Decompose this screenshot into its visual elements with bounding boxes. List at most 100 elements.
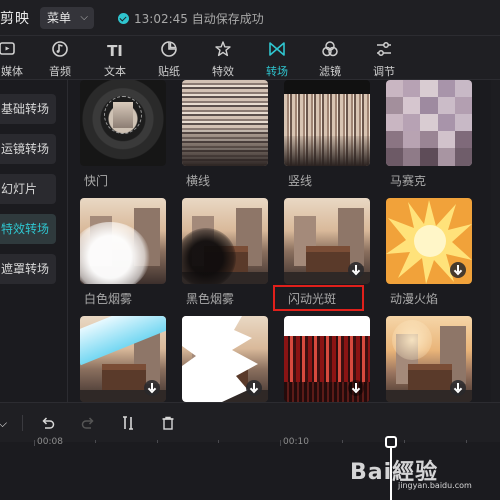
download-icon[interactable] bbox=[144, 380, 160, 396]
tab-label: 调节 bbox=[373, 65, 395, 78]
ruler-tick bbox=[280, 440, 281, 446]
tab-label: 转场 bbox=[266, 65, 288, 78]
effect-thumbnail bbox=[80, 316, 166, 402]
ruler-tick bbox=[34, 440, 35, 446]
effect-name: 横线 bbox=[186, 174, 211, 188]
playhead-handle[interactable] bbox=[385, 436, 397, 448]
effect-name: 黑色烟雾 bbox=[186, 292, 235, 306]
ruler-tick bbox=[466, 440, 467, 443]
download-icon[interactable] bbox=[450, 262, 466, 278]
tab-sticker[interactable]: 贴纸 bbox=[146, 36, 192, 80]
sidebar-item-mask[interactable]: 遮罩转场 bbox=[0, 254, 56, 284]
ruler-tick bbox=[218, 440, 219, 443]
download-icon[interactable] bbox=[348, 380, 364, 396]
effect-card[interactable] bbox=[80, 316, 166, 402]
transition-icon bbox=[254, 40, 300, 62]
tab-label: 贴纸 bbox=[158, 65, 180, 78]
check-circle-icon bbox=[118, 13, 129, 24]
tab-filter[interactable]: 滤镜 bbox=[307, 36, 353, 80]
save-time: 13:02:45 bbox=[134, 12, 188, 26]
toolbar-divider bbox=[22, 415, 23, 431]
ruler-tick bbox=[342, 440, 343, 443]
save-status: 13:02:45 自动保存成功 bbox=[118, 10, 264, 26]
effect-name: 马赛克 bbox=[390, 174, 427, 188]
download-icon[interactable] bbox=[450, 380, 466, 396]
undo-icon[interactable] bbox=[40, 415, 56, 431]
effect-thumbnail bbox=[386, 80, 472, 166]
ruler-tick bbox=[95, 440, 96, 443]
effect-card[interactable]: 横线 bbox=[182, 80, 268, 188]
sidebar-item-slideshow[interactable]: 幻灯片 bbox=[0, 174, 56, 204]
effects-icon bbox=[200, 40, 246, 62]
tab-label: 音频 bbox=[49, 65, 71, 78]
effect-thumbnail bbox=[182, 80, 268, 166]
effect-thumbnail bbox=[80, 80, 166, 166]
effect-card[interactable]: 黑色烟雾 bbox=[182, 198, 268, 306]
chevron-down-icon: ⌵ bbox=[80, 12, 88, 23]
effect-card[interactable]: 快门 bbox=[80, 80, 166, 188]
tab-label: 文本 bbox=[104, 65, 126, 78]
watermark-logo: Bai經验 jingyan.baidu.com bbox=[350, 454, 490, 494]
highlight-box bbox=[273, 285, 364, 311]
tab-media[interactable]: 媒体 bbox=[0, 36, 30, 80]
effect-card[interactable]: 马赛克 bbox=[386, 80, 472, 188]
tab-effects[interactable]: 特效 bbox=[200, 36, 246, 80]
tab-text[interactable]: TI 文本 bbox=[92, 36, 138, 80]
tab-label: 特效 bbox=[212, 65, 234, 78]
tab-audio[interactable]: 音频 bbox=[37, 36, 83, 80]
effect-thumbnail bbox=[284, 198, 370, 284]
tab-adjust[interactable]: 调节 bbox=[361, 36, 407, 80]
filter-icon bbox=[307, 40, 353, 62]
ruler-tick bbox=[157, 440, 158, 443]
menu-label: 菜单 bbox=[47, 11, 72, 25]
effect-name: 动漫火焰 bbox=[390, 292, 439, 306]
title-bar: 剪映 菜单 ⌵ 13:02:45 自动保存成功 bbox=[0, 0, 500, 36]
effect-name: 竖线 bbox=[288, 174, 313, 188]
ruler-tick bbox=[404, 440, 405, 443]
effect-card[interactable]: 动漫火焰 bbox=[386, 198, 472, 306]
effect-thumbnail bbox=[386, 316, 472, 402]
download-icon[interactable] bbox=[246, 380, 262, 396]
menu-button[interactable]: 菜单 ⌵ bbox=[40, 7, 94, 29]
effect-card[interactable] bbox=[284, 316, 370, 402]
effect-thumbnail bbox=[386, 198, 472, 284]
ruler-tick-label: 00:08 bbox=[37, 437, 63, 447]
effect-card[interactable] bbox=[182, 316, 268, 402]
effect-thumbnail bbox=[284, 80, 370, 166]
sticker-icon bbox=[146, 40, 192, 62]
delete-icon[interactable] bbox=[160, 415, 176, 431]
effect-name: 快门 bbox=[84, 174, 109, 188]
app-title: 剪映 bbox=[0, 11, 30, 27]
effect-thumbnail bbox=[80, 198, 166, 284]
save-text: 自动保存成功 bbox=[191, 12, 264, 26]
category-tabs: 媒体 音频 TI 文本 贴纸 特效 转场 滤镜 调节 bbox=[0, 36, 500, 80]
effect-thumbnail bbox=[182, 198, 268, 284]
effect-card[interactable]: 竖线 bbox=[284, 80, 370, 188]
effect-card[interactable] bbox=[386, 316, 472, 402]
download-icon[interactable] bbox=[348, 262, 364, 278]
transition-grid: 快门 横线 竖线 马赛克 白色烟雾 黑色烟雾 闪动光斑 动漫火焰 bbox=[68, 80, 490, 402]
timeline-toolbar: ⌵ bbox=[0, 402, 500, 442]
transition-category-sidebar: 基础转场 运镜转场 幻灯片 特效转场 遮罩转场 bbox=[0, 80, 68, 402]
effect-card[interactable]: 闪动光斑 bbox=[284, 198, 370, 306]
sidebar-item-camera[interactable]: 运镜转场 bbox=[0, 134, 56, 164]
text-icon: TI bbox=[107, 42, 123, 60]
audio-icon bbox=[37, 40, 83, 62]
split-icon[interactable] bbox=[120, 415, 136, 431]
redo-icon[interactable] bbox=[80, 415, 96, 431]
effect-card[interactable]: 白色烟雾 bbox=[80, 198, 166, 306]
media-icon bbox=[0, 40, 30, 62]
grid-scrollbar[interactable] bbox=[491, 80, 500, 402]
ruler-tick-label: 00:10 bbox=[283, 437, 309, 447]
tab-transition[interactable]: 转场 bbox=[254, 36, 300, 80]
sidebar-item-effects[interactable]: 特效转场 bbox=[0, 214, 56, 244]
adjust-icon bbox=[361, 40, 407, 62]
effect-thumbnail bbox=[182, 316, 268, 402]
effect-thumbnail bbox=[284, 316, 370, 402]
tab-label: 媒体 bbox=[1, 65, 23, 78]
tab-label: 滤镜 bbox=[319, 65, 341, 78]
chevron-down-icon[interactable]: ⌵ bbox=[0, 415, 14, 431]
sidebar-item-basic[interactable]: 基础转场 bbox=[0, 94, 56, 124]
effect-name: 白色烟雾 bbox=[84, 292, 133, 306]
watermark-url: jingyan.baidu.com bbox=[398, 481, 472, 490]
